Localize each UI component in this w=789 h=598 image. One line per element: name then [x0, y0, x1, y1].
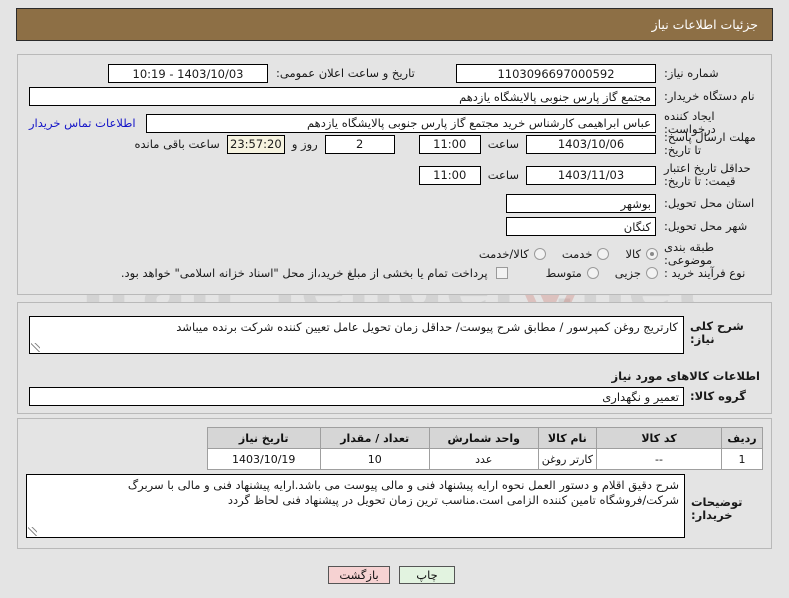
cell-index: 1 — [721, 448, 763, 470]
col-index: ردیف — [721, 427, 763, 449]
radio-process-motavaset[interactable]: متوسط — [546, 266, 599, 280]
goods-group-label: گروه کالا: — [690, 389, 746, 403]
radio-label-khedmat: خدمت — [561, 247, 593, 261]
radio-icon-kala-khedmat[interactable] — [533, 248, 546, 260]
goods-group-value[interactable]: تعمیر و نگهداری — [29, 387, 684, 406]
description-panel: شرح کلی نیاز: کارتریج روغن کمپرسور / مطا… — [17, 302, 772, 414]
price-validity-hour-label: ساعت — [487, 168, 519, 182]
treasury-checkbox[interactable] — [495, 267, 508, 279]
radio-label-kala: کالا — [625, 247, 641, 261]
deadline-hour-value[interactable]: 11:00 — [418, 134, 481, 154]
col-name: نام کالا — [537, 427, 598, 449]
radio-icon-khedmat[interactable] — [597, 248, 610, 260]
back-button[interactable]: بازگشت — [328, 566, 390, 584]
radio-icon-motavaset[interactable] — [586, 267, 599, 279]
page-root: جزئیات اطلاعات نیاز Iran Tender .net شما… — [0, 0, 789, 598]
table-header-row: ردیف کد کالا نام کالا واحد شمارش تعداد /… — [206, 427, 763, 449]
announce-value[interactable]: 1403/10/03 - 10:19 — [108, 64, 268, 83]
buyer-notes-row: توضیحات خریدار: شرح دقیق اقلام و دستور ا… — [26, 474, 763, 538]
general-description-value[interactable]: کارتریج روغن کمپرسور / مطابق شرح پیوست/ … — [29, 316, 684, 354]
cell-need-date: 1403/10/19 — [206, 448, 321, 470]
radio-subject-khedmat[interactable]: خدمت — [562, 247, 610, 261]
price-validity-label: حداقل تاریخ اعتبار قیمت: تا تاریخ: — [664, 161, 751, 188]
page-title: جزئیات اطلاعات نیاز — [651, 17, 758, 32]
radio-subject-kala-khedmat[interactable]: کالا/خدمت — [479, 247, 546, 261]
radio-icon-kala[interactable] — [646, 248, 658, 260]
process-type-label: نوع فرآیند خرید : — [664, 265, 746, 280]
deadline-date-value[interactable]: 1403/10/06 — [526, 134, 656, 154]
col-need-date: تاریخ نیاز — [206, 427, 321, 449]
need-number-row: شماره نیاز: 1103096697000592 — [456, 64, 760, 83]
table-row[interactable]: 1 -- کارتر روغن عدد 10 1403/10/19 — [206, 448, 763, 470]
deadline-label: مهلت ارسال پاسخ: تا تاریخ: — [664, 130, 756, 157]
buyer-notes-label: توضیحات خریدار: — [691, 495, 743, 522]
province-row: استان محل تحویل: بوشهر — [506, 194, 760, 213]
radio-subject-kala[interactable]: کالا — [625, 247, 658, 261]
goods-table-panel: ردیف کد کالا نام کالا واحد شمارش تعداد /… — [17, 418, 772, 549]
col-quantity: تعداد / مقدار — [319, 427, 430, 449]
remaining-days-value[interactable]: 2 — [324, 134, 395, 154]
province-label: استان محل تحویل: — [664, 196, 755, 210]
general-description-label: شرح کلی نیاز: — [690, 319, 744, 346]
buyer-notes-line1: شرح دقیق اقلام و دستور العمل نحوه ارایه … — [127, 478, 679, 492]
print-button[interactable]: چاپ — [399, 566, 455, 584]
goods-group-row: گروه کالا: تعمیر و نگهداری — [29, 387, 760, 406]
requester-value[interactable]: عباس ابراهیمی کارشناس خرید مجتمع گاز پار… — [145, 113, 656, 133]
subject-classification-row: طبقه بندی موضوعی: کالا خدمت کالا/خدمت — [479, 241, 760, 267]
province-value[interactable]: بوشهر — [506, 194, 656, 213]
announce-row: تاریخ و ساعت اعلان عمومی: 1403/10/03 - 1… — [108, 64, 426, 83]
deadline-row: مهلت ارسال پاسخ: تا تاریخ: 1403/10/06 سا… — [135, 131, 761, 157]
radio-process-jozii[interactable]: جزیی — [615, 266, 658, 280]
need-info-panel: شماره نیاز: 1103096697000592 تاریخ و ساع… — [17, 54, 772, 295]
remaining-suffix-label: ساعت باقی مانده — [134, 137, 220, 151]
general-description-row: شرح کلی نیاز: کارتریج روغن کمپرسور / مطا… — [29, 316, 760, 354]
radio-icon-jozii[interactable] — [646, 267, 658, 279]
city-row: شهر محل تحویل: کنگان — [506, 217, 760, 236]
treasury-checkbox-label: پرداخت تمام یا بخشی از مبلغ خرید،از محل … — [120, 266, 488, 280]
col-unit: واحد شمارش — [428, 427, 539, 449]
radio-label-kala-khedmat: کالا/خدمت — [478, 247, 529, 261]
price-validity-date-value[interactable]: 1403/11/03 — [526, 165, 656, 185]
price-validity-row: حداقل تاریخ اعتبار قیمت: تا تاریخ: 1403/… — [418, 161, 760, 188]
announce-label: تاریخ و ساعت اعلان عمومی: — [276, 66, 415, 80]
buyer-org-value[interactable]: مجتمع گاز پارس جنوبی پالایشگاه یازدهم — [29, 87, 656, 106]
cell-code: -- — [596, 448, 722, 470]
remaining-days-label: روز و — [291, 137, 318, 151]
cell-quantity: 10 — [319, 448, 430, 470]
need-number-value[interactable]: 1103096697000592 — [456, 64, 656, 83]
radio-label-motavaset: متوسط — [545, 266, 582, 280]
deadline-hour-label: ساعت — [487, 137, 519, 151]
cell-name: کارتر روغن — [537, 448, 598, 470]
price-validity-hour-value[interactable]: 11:00 — [418, 165, 481, 185]
process-type-row: نوع فرآیند خرید : جزیی متوسط پرداخت تمام… — [29, 266, 760, 280]
buyer-notes-value[interactable]: شرح دقیق اقلام و دستور العمل نحوه ارایه … — [26, 474, 685, 538]
city-label: شهر محل تحویل: — [664, 219, 748, 233]
subject-class-label: طبقه بندی موضوعی: — [664, 240, 714, 267]
buyer-contact-link[interactable]: اطلاعات تماس خریدار — [29, 116, 136, 130]
goods-section-heading: اطلاعات کالاهای مورد نیاز — [611, 369, 760, 383]
city-value[interactable]: کنگان — [506, 217, 656, 236]
need-number-label: شماره نیاز: — [664, 66, 719, 80]
radio-label-jozii: جزیی — [614, 266, 641, 280]
buyer-notes-line2: شرکت/فروشگاه تامین کننده الزامی است.مناس… — [227, 493, 679, 507]
goods-table: ردیف کد کالا نام کالا واحد شمارش تعداد /… — [206, 427, 763, 470]
cell-unit: عدد — [428, 448, 539, 470]
page-header: جزئیات اطلاعات نیاز — [16, 8, 773, 41]
buyer-org-label: نام دستگاه خریدار: — [664, 89, 755, 103]
buyer-org-row: نام دستگاه خریدار: مجتمع گاز پارس جنوبی … — [29, 87, 760, 106]
remaining-countdown: 23:57:20 — [226, 134, 285, 154]
col-code: کد کالا — [596, 427, 722, 449]
